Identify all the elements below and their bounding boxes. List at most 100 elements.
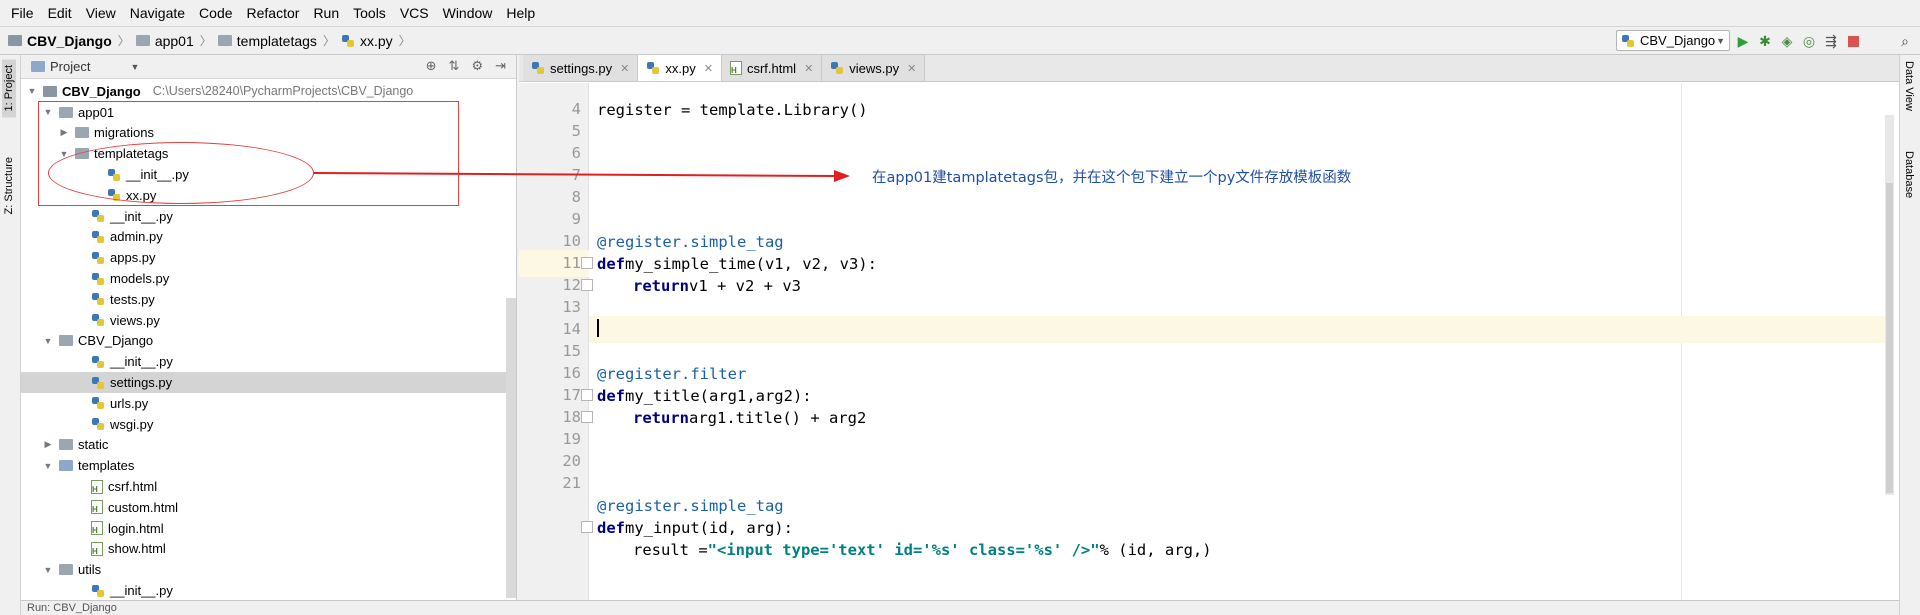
close-icon[interactable]: ✕ (704, 62, 713, 75)
python-file-icon (91, 584, 105, 598)
chevron-down-icon[interactable]: ▼ (130, 62, 139, 72)
menu-file[interactable]: File (4, 5, 41, 21)
tree-item-label: __init__.py (110, 208, 173, 224)
tab-data-view[interactable]: Data View (1903, 61, 1915, 111)
breadcrumb-project[interactable]: CBV_Django 〉 (8, 32, 130, 49)
folder-icon (8, 35, 22, 46)
debug-icon[interactable]: ✱ (1756, 32, 1774, 50)
tree-item[interactable]: ▼ utils (21, 559, 516, 580)
tree-item-label: __init__.py (110, 354, 173, 370)
run-configuration-select[interactable]: CBV_Django ▼ (1616, 30, 1730, 51)
tree-item[interactable]: settings.py (21, 372, 516, 393)
run-icon[interactable]: ▶ (1734, 32, 1752, 50)
line-number: 21 (562, 474, 581, 492)
breadcrumb-templatetags[interactable]: templatetags 〉 (217, 32, 335, 49)
tree-item-label: static (78, 437, 109, 453)
breadcrumb-file[interactable]: xx.py 〉 (341, 32, 411, 49)
breadcrumb-app01[interactable]: app01 〉 (135, 32, 212, 49)
annotation-arrow (314, 170, 850, 182)
python-file-icon (531, 61, 545, 75)
menu-view[interactable]: View (79, 5, 123, 21)
tree-item-label: show.html (108, 541, 166, 557)
hide-icon[interactable]: ⇥ (495, 58, 506, 74)
menu-vcs[interactable]: VCS (393, 5, 436, 21)
python-file-icon (91, 396, 105, 410)
tree-item-label: admin.py (110, 229, 163, 245)
stop-icon[interactable] (1844, 32, 1862, 50)
tree-root[interactable]: ▼ CBV_Django C:\Users\28240\PycharmProje… (21, 81, 516, 102)
tree-item[interactable]: custom.html (21, 497, 516, 518)
tree-item[interactable]: wsgi.py (21, 414, 516, 435)
search-icon[interactable]: ⌕ (1896, 32, 1914, 50)
expand-arrow-icon[interactable]: ▼ (41, 336, 55, 346)
tab-database[interactable]: Database (1903, 151, 1915, 198)
coverage-icon[interactable]: ◈ (1778, 32, 1796, 50)
menu-window[interactable]: Window (436, 5, 500, 21)
menu-tools[interactable]: Tools (346, 5, 393, 21)
close-icon[interactable]: ✕ (907, 62, 916, 75)
close-icon[interactable]: ✕ (804, 62, 813, 75)
locate-icon[interactable]: ⊕ (426, 58, 437, 74)
code-line-15: return arg1.title() + arg2 (633, 408, 867, 427)
python-file-icon (91, 355, 105, 369)
tree-item[interactable]: models.py (21, 268, 516, 289)
tab-xx-py[interactable]: xx.py ✕ (638, 55, 722, 81)
menu-code[interactable]: Code (192, 5, 239, 21)
collapse-icon[interactable]: ⇅ (449, 58, 460, 74)
editor: settings.py✕ xx.py✕ csrf.html✕ views.py✕… (519, 55, 1899, 615)
python-file-icon (91, 417, 105, 431)
tree-item[interactable]: ▶ static (21, 435, 516, 456)
expand-arrow-icon[interactable]: ▼ (41, 461, 55, 471)
code-line-4: register = template.Library() (597, 100, 868, 119)
build-icon[interactable]: ⇶ (1822, 32, 1840, 50)
folder-icon (59, 439, 73, 451)
tab-views-py[interactable]: views.py ✕ (822, 55, 926, 81)
tree-item-label: wsgi.py (110, 416, 154, 432)
tab-project-tool[interactable]: 1: Project (2, 59, 16, 118)
editor-tabs: settings.py✕ xx.py✕ csrf.html✕ views.py✕ (519, 55, 1899, 82)
gear-icon[interactable]: ⚙ (471, 58, 483, 74)
code-area[interactable]: register = template.Library() @register.… (589, 83, 1889, 615)
tree-item[interactable]: apps.py (21, 247, 516, 268)
run-tab[interactable]: Run: CBV_Django (27, 602, 117, 614)
tree-item[interactable]: ▼ CBV_Django (21, 331, 516, 352)
tree-item[interactable]: urls.py (21, 393, 516, 414)
close-icon[interactable]: ✕ (620, 62, 629, 75)
expand-arrow-icon[interactable]: ▼ (41, 565, 55, 575)
tree-item[interactable]: admin.py (21, 227, 516, 248)
project-view-select[interactable]: Project (50, 59, 90, 74)
menu-edit[interactable]: Edit (41, 5, 79, 21)
menu-navigate[interactable]: Navigate (123, 5, 192, 21)
chevron-down-icon: ▼ (1716, 35, 1725, 46)
tree-item[interactable]: csrf.html (21, 476, 516, 497)
menu-bar: File Edit View Navigate Code Refactor Run Tools… (0, 0, 1920, 27)
editor-scrollbar-thumb[interactable] (1886, 183, 1893, 493)
menu-help[interactable]: Help (499, 5, 542, 21)
run-tool-bar: Run: CBV_Django (21, 600, 1899, 615)
tree-item[interactable]: __init__.py (21, 206, 516, 227)
profile-icon[interactable]: ◎ (1800, 32, 1818, 50)
tree-item-label: csrf.html (108, 479, 158, 495)
tree-item[interactable]: ▼ templates (21, 455, 516, 476)
tree-item[interactable]: views.py (21, 310, 516, 331)
collapse-arrow-icon[interactable]: ▶ (41, 439, 55, 450)
expand-arrow-icon[interactable]: ▼ (25, 86, 39, 96)
folder-icon (135, 35, 150, 46)
tree-scrollbar[interactable] (506, 298, 516, 598)
menu-refactor[interactable]: Refactor (240, 5, 307, 21)
tab-settings-py[interactable]: settings.py ✕ (523, 55, 639, 81)
menu-run[interactable]: Run (306, 5, 346, 21)
python-file-icon (341, 34, 355, 48)
folder-icon (217, 35, 232, 46)
tree-item[interactable]: show.html (21, 539, 516, 560)
tab-csrf-html[interactable]: csrf.html✕ (721, 55, 823, 81)
html-file-icon (91, 479, 103, 494)
tree-item[interactable]: login.html (21, 518, 516, 539)
folder-icon (59, 460, 73, 472)
tree-item[interactable]: __init__.py (21, 351, 516, 372)
tree-item[interactable]: tests.py (21, 289, 516, 310)
python-file-icon (91, 376, 105, 390)
tab-structure-tool[interactable]: Z: Structure (2, 151, 16, 220)
tree-item-label: custom.html (108, 499, 179, 515)
tree-item[interactable]: __init__.py (21, 580, 516, 601)
